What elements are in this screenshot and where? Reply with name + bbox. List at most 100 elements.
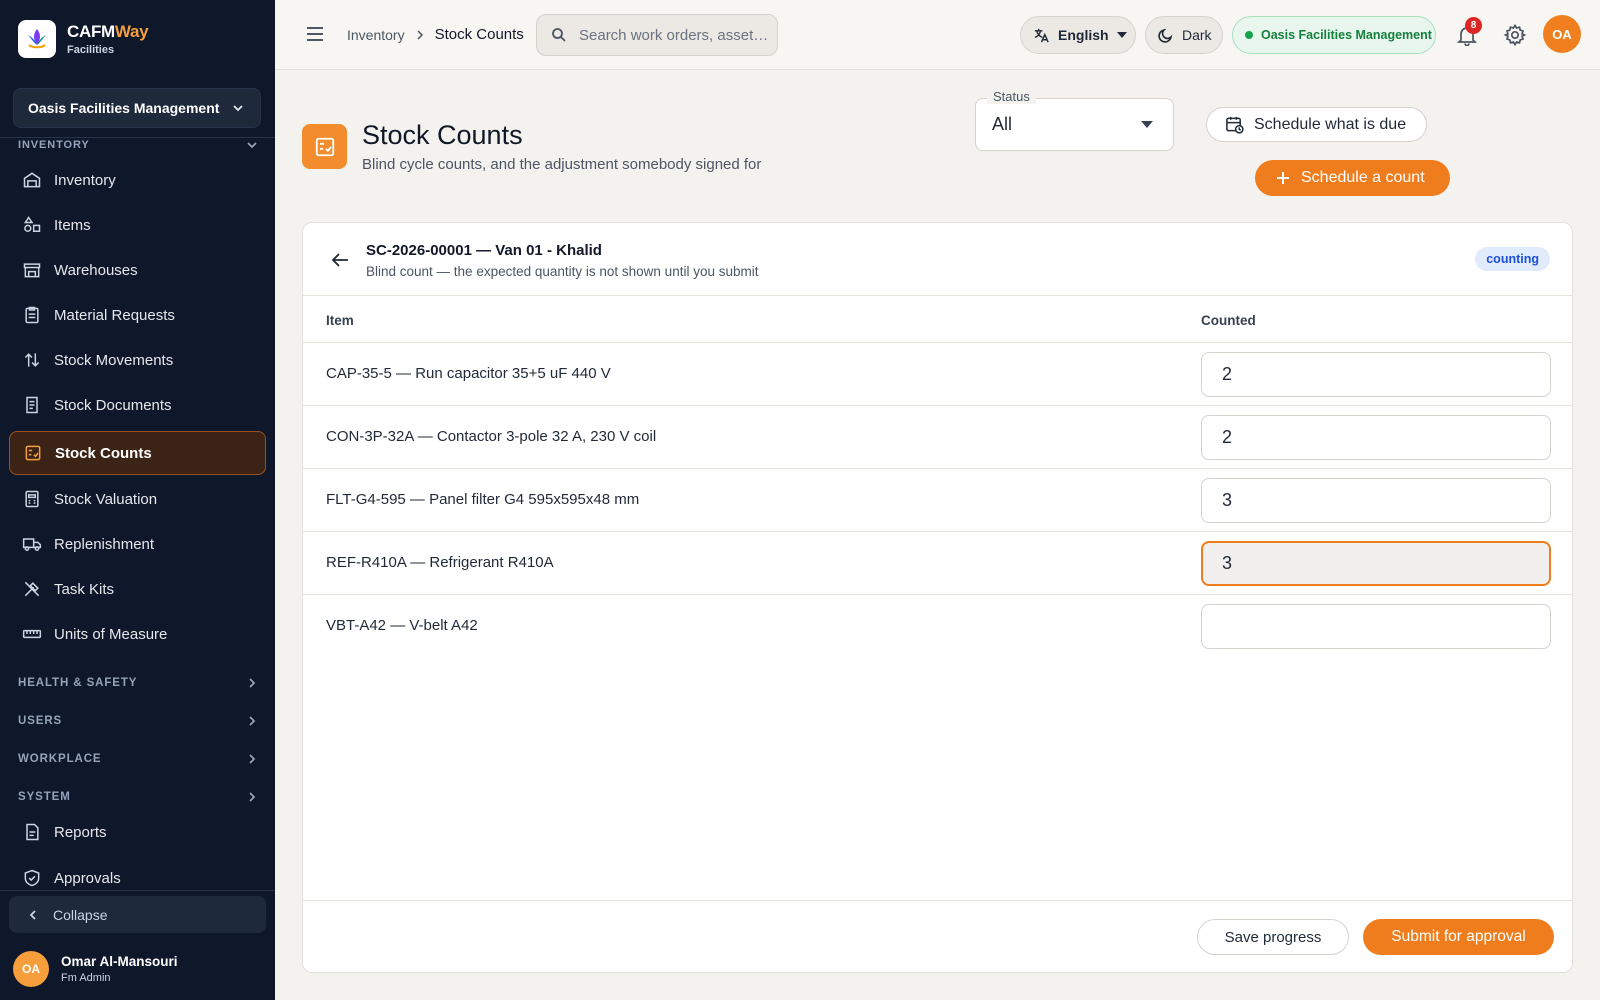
chevron-right-icon bbox=[417, 29, 423, 40]
search-input[interactable] bbox=[579, 26, 769, 44]
counted-quantity-input[interactable] bbox=[1201, 604, 1551, 649]
translate-icon bbox=[1034, 28, 1049, 42]
schedule-what-is-due-button[interactable]: Schedule what is due bbox=[1206, 107, 1427, 142]
section-inventory-label: INVENTORY bbox=[18, 139, 90, 151]
plus-icon bbox=[1277, 172, 1289, 184]
counted-quantity-input[interactable] bbox=[1201, 415, 1551, 460]
sidebar-item-label: Items bbox=[54, 216, 91, 234]
divider bbox=[303, 900, 1572, 901]
breadcrumb-item-inventory[interactable]: Inventory bbox=[347, 27, 405, 43]
count-subtitle: Blind count — the expected quantity is n… bbox=[366, 264, 759, 279]
counted-quantity-input[interactable] bbox=[1201, 541, 1551, 586]
section-label: HEALTH & SAFETY bbox=[18, 677, 138, 689]
topbar: Inventory Stock Counts English Dark Oasi… bbox=[275, 0, 1600, 70]
organization-select[interactable]: Oasis Facilities Management bbox=[13, 88, 261, 128]
sidebar-item-stock-movements[interactable]: Stock Movements bbox=[9, 338, 266, 382]
counted-quantity-input[interactable] bbox=[1201, 478, 1551, 523]
item-name: CON-3P-32A — Contactor 3-pole 32 A, 230 … bbox=[326, 428, 657, 445]
sidebar-item-label: Approvals bbox=[54, 869, 121, 887]
user-avatar-button[interactable]: OA bbox=[1543, 15, 1581, 53]
chevron-right-icon bbox=[249, 754, 256, 764]
checklist-icon bbox=[315, 137, 334, 156]
section-system[interactable]: SYSTEM bbox=[18, 791, 258, 803]
swap-vertical-icon bbox=[24, 353, 40, 367]
chevron-down-icon bbox=[247, 142, 257, 149]
theme-label: Dark bbox=[1182, 27, 1212, 43]
sidebar-divider bbox=[0, 890, 275, 891]
sidebar-item-label: Stock Documents bbox=[54, 396, 172, 414]
sidebar-item-label: Stock Counts bbox=[55, 444, 152, 462]
schedule-what-is-due-label: Schedule what is due bbox=[1254, 115, 1407, 133]
sidebar-item-reports[interactable]: Reports bbox=[9, 810, 266, 854]
section-workplace[interactable]: WORKPLACE bbox=[18, 753, 258, 765]
sidebar-item-task-kits[interactable]: Task Kits bbox=[9, 567, 266, 611]
status-badge: counting bbox=[1475, 247, 1550, 271]
sidebar: CAFMWay Facilities Oasis Facilities Mana… bbox=[0, 0, 275, 1000]
chevron-right-icon bbox=[249, 716, 256, 726]
moon-icon bbox=[1158, 28, 1173, 43]
sidebar-item-stock-documents[interactable]: Stock Documents bbox=[9, 383, 266, 427]
submit-for-approval-button[interactable]: Submit for approval bbox=[1363, 919, 1554, 955]
sidebar-item-warehouses[interactable]: Warehouses bbox=[9, 248, 266, 292]
sidebar-item-units-of-measure[interactable]: Units of Measure bbox=[9, 612, 266, 656]
sidebar-item-label: Warehouses bbox=[54, 261, 138, 279]
sidebar-item-inventory[interactable]: Inventory bbox=[9, 158, 266, 202]
chevron-right-icon bbox=[249, 678, 256, 688]
search-icon bbox=[552, 28, 566, 42]
column-header-counted: Counted bbox=[1201, 313, 1256, 328]
status-filter-select[interactable]: Status All bbox=[975, 89, 1174, 151]
warehouse-icon bbox=[23, 172, 41, 188]
page-subtitle: Blind cycle counts, and the adjustment s… bbox=[362, 156, 762, 173]
section-label: WORKPLACE bbox=[18, 753, 102, 765]
stock-count-card: SC-2026-00001 — Van 01 - Khalid Blind co… bbox=[302, 222, 1573, 973]
item-name: REF-R410A — Refrigerant R410A bbox=[326, 554, 554, 571]
sidebar-item-label: Task Kits bbox=[54, 580, 115, 598]
section-label: SYSTEM bbox=[18, 791, 71, 803]
status-filter-label: Status bbox=[987, 89, 1036, 104]
shield-check-icon bbox=[24, 869, 40, 887]
section-health-safety[interactable]: HEALTH & SAFETY bbox=[18, 677, 258, 689]
user-role: Fm Admin bbox=[61, 972, 111, 984]
truck-icon bbox=[22, 538, 42, 551]
sidebar-item-approvals[interactable]: Approvals bbox=[9, 856, 266, 900]
schedule-a-count-label: Schedule a count bbox=[1301, 169, 1425, 186]
schedule-a-count-button[interactable]: Schedule a count bbox=[1255, 160, 1450, 196]
counted-quantity-input[interactable] bbox=[1201, 352, 1551, 397]
sidebar-item-label: Stock Movements bbox=[54, 351, 174, 369]
sidebar-item-items[interactable]: Items bbox=[9, 203, 266, 247]
gear-icon[interactable] bbox=[1503, 23, 1527, 47]
save-progress-button[interactable]: Save progress bbox=[1197, 919, 1349, 955]
section-label: USERS bbox=[18, 715, 63, 727]
sidebar-item-replenishment[interactable]: Replenishment bbox=[9, 522, 266, 566]
sidebar-item-stock-valuation[interactable]: Stock Valuation bbox=[9, 477, 266, 521]
menu-icon[interactable] bbox=[305, 24, 325, 44]
language-select[interactable]: English bbox=[1020, 16, 1136, 54]
section-users[interactable]: USERS bbox=[18, 715, 258, 727]
section-inventory-header[interactable]: INVENTORY bbox=[18, 139, 258, 151]
caret-down-icon bbox=[1116, 32, 1127, 38]
stock-counts-page-icon bbox=[302, 124, 347, 169]
organization-badge[interactable]: Oasis Facilities Management bbox=[1232, 16, 1436, 54]
sidebar-item-stock-counts[interactable]: Stock Counts bbox=[9, 431, 266, 475]
calendar-clock-icon bbox=[1226, 116, 1244, 134]
table-row: CAP-35-5 — Run capacitor 35+5 uF 440 V bbox=[303, 343, 1572, 406]
brand[interactable]: CAFMWay Facilities bbox=[18, 20, 149, 58]
checklist-icon bbox=[25, 445, 41, 461]
sidebar-item-material-requests[interactable]: Material Requests bbox=[9, 293, 266, 337]
sidebar-item-label: Stock Valuation bbox=[54, 490, 158, 508]
sidebar-divider bbox=[0, 137, 275, 138]
theme-toggle[interactable]: Dark bbox=[1145, 16, 1223, 54]
notification-count-badge: 8 bbox=[1465, 17, 1482, 34]
table-row: REF-R410A — Refrigerant R410A bbox=[303, 532, 1572, 595]
collapse-sidebar-button[interactable]: Collapse bbox=[9, 896, 266, 933]
brand-subtitle: Facilities bbox=[67, 44, 115, 56]
caret-down-icon bbox=[1141, 121, 1153, 128]
collapse-label: Collapse bbox=[53, 906, 108, 923]
back-arrow-icon[interactable] bbox=[329, 249, 351, 271]
tools-icon bbox=[24, 581, 40, 597]
table-row: FLT-G4-595 — Panel filter G4 595x595x48 … bbox=[303, 469, 1572, 532]
shapes-icon bbox=[23, 216, 41, 232]
search-box[interactable] bbox=[536, 14, 778, 56]
breadcrumb-item-current: Stock Counts bbox=[434, 26, 524, 43]
user-profile[interactable]: OA Omar Al-Mansouri Fm Admin bbox=[13, 951, 178, 987]
